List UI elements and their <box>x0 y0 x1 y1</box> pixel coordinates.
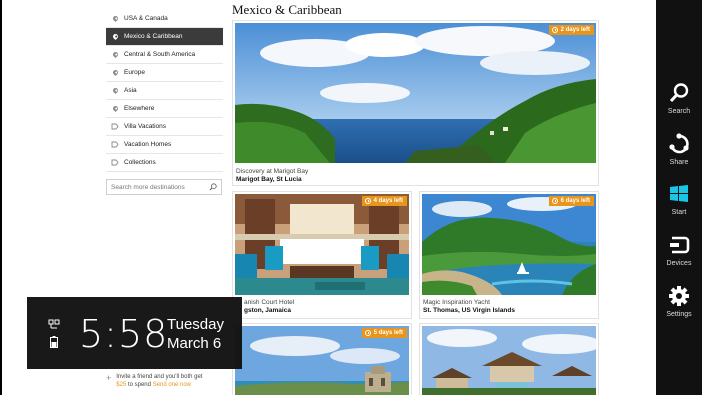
screen: USA & Canada Mexico & Caribbean Central … <box>0 0 702 395</box>
charm-label: Share <box>669 159 689 166</box>
pin-icon <box>110 68 120 77</box>
sidebar-item-label: Central & South America <box>124 51 196 58</box>
time-left-label: 2 days left <box>560 27 590 33</box>
charm-search[interactable]: Search <box>656 82 702 126</box>
deal-card[interactable] <box>419 323 599 395</box>
destination-sidebar: USA & Canada Mexico & Caribbean Central … <box>106 10 223 172</box>
tag-icon <box>110 123 120 130</box>
deal-card[interactable]: 5 days left <box>232 323 412 395</box>
sidebar-item-label: Collections <box>124 159 156 166</box>
sidebar-item-usa-canada[interactable]: USA & Canada <box>106 10 223 28</box>
deal-photo: 4 days left <box>235 194 409 295</box>
pin-icon <box>110 14 120 23</box>
deal-location: Marigot Bay, St Lucia <box>236 176 302 183</box>
sidebar-item-central-south-america[interactable]: Central & South America <box>106 46 223 64</box>
sidebar-item-label: Asia <box>124 87 137 94</box>
charm-share[interactable]: Share <box>656 133 702 177</box>
clock-date: March 6 <box>167 335 222 352</box>
devices-icon <box>668 234 690 256</box>
charm-settings[interactable]: Settings <box>656 285 702 329</box>
sidebar-item-vacation-homes[interactable]: Vacation Homes <box>106 136 223 154</box>
sidebar-item-collections[interactable]: Collections <box>106 154 223 172</box>
deal-subtitle: Discovery at Marigot Bay <box>236 168 309 175</box>
battery-icon <box>50 336 58 348</box>
charm-label: Search <box>667 108 691 115</box>
sidebar-item-label: Villa Vacations <box>124 123 167 130</box>
time-left-label: 5 days left <box>373 330 403 336</box>
windows-logo-icon <box>668 183 690 205</box>
sidebar-item-villa-vacations[interactable]: Villa Vacations <box>106 118 223 136</box>
pin-icon <box>110 50 120 59</box>
featured-deal-card[interactable]: 2 days left Discovery at Marigot Bay Mar… <box>232 20 599 186</box>
share-icon <box>668 133 690 155</box>
plus-icon: + <box>106 373 112 383</box>
sidebar-item-mexico-caribbean[interactable]: Mexico & Caribbean <box>106 28 223 46</box>
sidebar-item-europe[interactable]: Europe <box>106 64 223 82</box>
sidebar-item-asia[interactable]: Asia <box>106 82 223 100</box>
deal-photo: 6 days left <box>422 194 596 295</box>
gear-icon <box>668 285 690 307</box>
clock-icon <box>551 198 558 204</box>
charm-start[interactable]: Start <box>656 183 702 227</box>
clock-icon <box>551 27 558 33</box>
search-input[interactable] <box>111 183 207 191</box>
deal-photo <box>422 326 596 395</box>
send-invite-link[interactable]: Send one now <box>153 382 191 388</box>
charm-label: Start <box>671 209 687 216</box>
tag-icon <box>110 141 120 148</box>
invite-to-spend: to spend <box>126 382 153 388</box>
clock-icon <box>364 198 371 204</box>
time-left-label: 6 days left <box>560 198 590 204</box>
sidebar-item-elsewhere[interactable]: Elsewhere <box>106 100 223 118</box>
deal-card[interactable]: 6 days left Magic Inspiration Yacht St. … <box>419 191 599 319</box>
network-icon <box>48 319 60 329</box>
sidebar-item-label: Europe <box>124 69 145 76</box>
charm-devices[interactable]: Devices <box>656 234 702 278</box>
charm-label: Devices <box>666 260 692 267</box>
invite-text: Invite a friend and you'll both get <box>116 374 203 380</box>
page-title: Mexico & Caribbean <box>232 2 342 17</box>
deal-location: gston, Jamaica <box>244 307 291 314</box>
time-left-badge: 4 days left <box>361 196 407 206</box>
invite-friend-promo: + Invite a friend and you'll both get $2… <box>106 373 202 389</box>
time-left-label: 4 days left <box>373 198 403 204</box>
status-icons <box>48 319 60 348</box>
deal-card[interactable]: 4 days left anish Court Hotel gston, Jam… <box>232 191 412 319</box>
pin-icon <box>110 104 120 113</box>
tag-icon <box>110 159 120 166</box>
destination-search <box>106 179 222 195</box>
charm-label: Settings <box>666 311 692 318</box>
clock-icon <box>364 330 371 336</box>
lock-clock-overlay: 5:58 Tuesday March 6 <box>27 297 242 369</box>
sidebar-item-label: Vacation Homes <box>124 141 172 148</box>
pin-icon <box>110 86 120 95</box>
sidebar-item-label: Mexico & Caribbean <box>124 33 183 40</box>
sidebar-item-label: USA & Canada <box>124 15 168 22</box>
search-icon <box>668 82 690 104</box>
deal-photo: 5 days left <box>235 326 409 395</box>
deal-subtitle: anish Court Hotel <box>244 299 295 306</box>
deal-location: St. Thomas, US Virgin Islands <box>423 307 515 314</box>
deal-photo: 2 days left <box>235 23 596 163</box>
clock-day: Tuesday <box>167 316 224 333</box>
search-icon[interactable] <box>209 183 217 191</box>
sidebar-item-label: Elsewhere <box>124 105 155 112</box>
clock-time: 5:58 <box>79 312 169 356</box>
time-left-badge: 5 days left <box>361 328 407 338</box>
deal-subtitle: Magic Inspiration Yacht <box>423 299 490 306</box>
invite-amount: $25 <box>116 382 127 388</box>
time-left-badge: 6 days left <box>548 196 594 206</box>
pin-icon <box>110 32 120 41</box>
time-left-badge: 2 days left <box>548 25 594 35</box>
charms-bar: Search Share Start Devices Settings <box>656 0 702 395</box>
